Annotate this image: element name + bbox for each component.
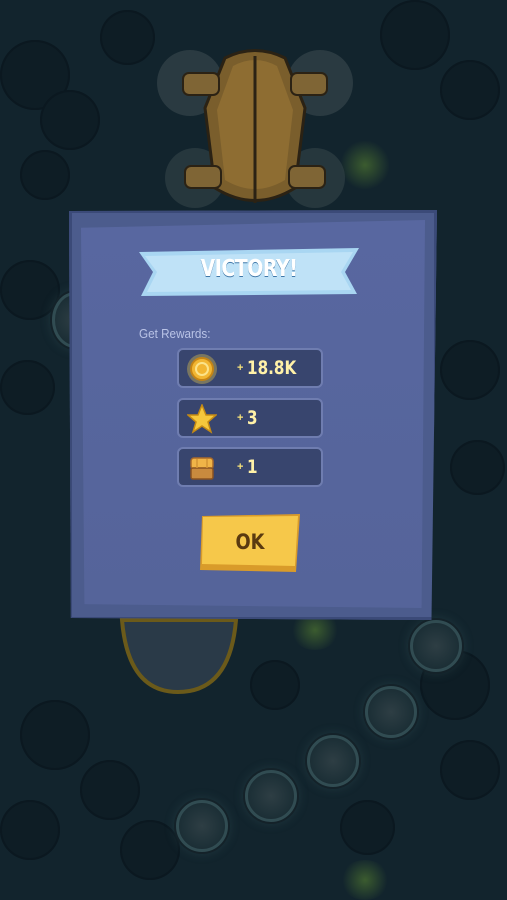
star-icon	[187, 404, 217, 434]
enemy-orb	[365, 686, 417, 738]
ok-button-label: OK	[235, 530, 265, 554]
tree-foliage	[380, 0, 450, 70]
reward-row-coins: + 18.8K	[177, 348, 323, 388]
reward-plus-sign: +	[237, 362, 244, 374]
tree-foliage	[40, 90, 100, 150]
gold-coin-icon	[187, 354, 217, 384]
tree-foliage	[440, 740, 500, 800]
tree-foliage	[450, 440, 505, 495]
enemy-orb	[410, 620, 462, 672]
enemy-orb	[307, 735, 359, 787]
reward-row-stars: + 3	[177, 398, 323, 438]
victory-banner: VICTORY!	[139, 248, 359, 296]
ok-button[interactable]: OK	[200, 514, 300, 572]
reward-plus-sign: +	[237, 412, 244, 424]
reward-value-coins: 18.8K	[247, 357, 297, 379]
player-spaceship	[157, 49, 353, 208]
tree-foliage	[0, 800, 60, 860]
tree-foliage	[0, 260, 60, 320]
light-glow	[340, 860, 390, 900]
victory-dialog: VICTORY! Get Rewards: + 18.8K + 3 + 1 OK	[69, 210, 437, 620]
tree-foliage	[0, 360, 55, 415]
reward-value-chest: 1	[247, 456, 258, 478]
enemy-orb	[176, 800, 228, 852]
tree-foliage	[120, 820, 180, 880]
tree-foliage	[20, 700, 90, 770]
reward-row-chest: + 1	[177, 447, 323, 487]
tree-foliage	[340, 800, 395, 855]
rewards-label: Get Rewards:	[139, 326, 211, 341]
tree-foliage	[440, 60, 500, 120]
victory-title: VICTORY!	[200, 256, 298, 282]
enemy-orb	[245, 770, 297, 822]
tree-foliage	[100, 10, 155, 65]
reward-plus-sign: +	[237, 461, 244, 473]
tree-foliage	[440, 340, 500, 400]
reward-value-stars: 3	[247, 407, 258, 429]
tree-foliage	[250, 660, 300, 710]
treasure-chest-icon	[190, 457, 214, 480]
tree-foliage	[80, 760, 140, 820]
tree-foliage	[20, 150, 70, 200]
